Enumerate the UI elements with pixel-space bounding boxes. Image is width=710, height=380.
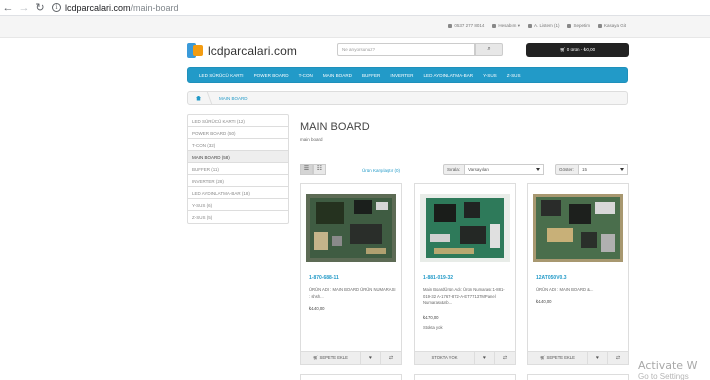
product-actions: STOKTA YOK ♥ ⇄ (415, 351, 515, 364)
product-price: ₺140,00 (309, 306, 325, 311)
checkout-link[interactable]: Kasaya Git (597, 23, 626, 29)
cart-link[interactable]: Sepetim (567, 23, 590, 29)
breadcrumb-current[interactable]: MAIN BOARD (219, 96, 248, 101)
activation-watermark: Activate W (638, 359, 698, 372)
account-link[interactable]: Hesabım ▾ (492, 23, 520, 29)
wishlist-heart-icon[interactable]: ♥ (361, 352, 381, 364)
add-to-cart-button[interactable]: 🛒︎ SEPETE EKLE (301, 352, 361, 364)
forward-arrow-icon[interactable]: → (16, 2, 32, 14)
user-icon (492, 23, 497, 28)
address-path: /main-board (130, 2, 179, 13)
view-toggle: ☰ ☷ (300, 164, 326, 175)
product-actions: 🛒︎ SEPETE EKLE ♥ ⇄ (528, 351, 628, 364)
product-description: ÜRÜN ADI : MAIN BOARD &... (536, 287, 594, 292)
activation-watermark-sub: Go to Settings (638, 372, 689, 380)
menu-item-led-surucu-karti[interactable]: LED SÜRÜCÜ KARTI (199, 73, 244, 78)
phone-link[interactable]: 0537 277 8014 (448, 23, 484, 29)
breadcrumb: MAIN BOARD (187, 91, 628, 105)
product-name[interactable]: 12AT050V0.3 (536, 275, 566, 281)
compare-icon[interactable]: ⇄ (608, 352, 628, 364)
product-card: 1-870-688-11 ÜRÜN ADI : MAIN BOARD ÜRÜN … (300, 183, 402, 365)
product-actions: 🛒︎ SEPETE EKLE ♥ ⇄ (301, 351, 401, 364)
phone-icon (448, 23, 453, 28)
out-of-stock-button[interactable]: STOKTA YOK (415, 352, 475, 364)
top-bar: 0537 277 8014 Hesabım ▾ A. Listem (1) Se… (0, 16, 710, 38)
sidebar-item-z-sus[interactable]: Z-SUS (5) (188, 211, 288, 223)
sidebar-item-main-board[interactable]: MAIN BOARD (58) (188, 151, 288, 163)
cart-icon (567, 23, 572, 28)
page-title: MAIN BOARD (300, 121, 370, 133)
site-logo[interactable]: lcdparcalari.com (187, 42, 297, 59)
stock-status: Stokta yok (423, 325, 443, 330)
sidebar-item-inverter[interactable]: INVERTER (28) (188, 175, 288, 187)
menu-item-main-board[interactable]: MAIN BOARD (323, 73, 352, 78)
logo-icon (187, 42, 204, 59)
menu-item-y-sus[interactable]: Y-SUS (483, 73, 497, 78)
search-input[interactable]: Ne arıyorsunuz? (337, 43, 475, 56)
sidebar-item-power-board[interactable]: POWER BOARD (50) (188, 127, 288, 139)
back-arrow-icon[interactable]: ← (0, 2, 16, 14)
share-icon (597, 23, 602, 28)
product-description: Main BoardÜrün Adı: Ürün Numarası:1-881-… (423, 287, 505, 305)
sort-label: Sırala: (443, 164, 465, 175)
product-image[interactable] (306, 194, 396, 262)
top-links: 0537 277 8014 Hesabım ▾ A. Listem (1) Se… (448, 23, 626, 29)
site-info-icon[interactable]: i (52, 3, 61, 12)
compare-link[interactable]: Ürün Karşılaştır (0) (362, 168, 400, 173)
product-name[interactable]: 1-870-688-11 (309, 275, 339, 281)
heart-icon (527, 23, 532, 28)
product-description: ÜRÜN ADI : MAIN BOARD ÜRÜN NUMARASI : sh… (309, 287, 396, 299)
caret-down-icon (536, 168, 540, 171)
sort-select[interactable]: Varsayılan (465, 164, 544, 175)
product-card (300, 374, 402, 380)
wishlist-link[interactable]: A. Listem (1) (527, 23, 559, 29)
menu-item-buffer[interactable]: BUFFER (362, 73, 380, 78)
product-price: ₺140,00 (536, 299, 552, 304)
logo-text: lcdparcalari.com (208, 43, 297, 58)
caret-down-icon (620, 168, 624, 171)
sidebar-item-led-aydinlatma-bar[interactable]: LED AYDINLATMA-BAR (18) (188, 187, 288, 199)
address-bar[interactable]: i lcdparcalari.com/main-board (52, 3, 179, 13)
sidebar-item-buffer[interactable]: BUFFER (11) (188, 163, 288, 175)
product-card (414, 374, 516, 380)
menu-item-led-aydinlatma-bar[interactable]: LED AYDINLATMA-BAR (424, 73, 474, 78)
product-card (527, 374, 629, 380)
sidebar-item-led-surucu-karti[interactable]: LED SÜRÜCÜ KARTI (12) (188, 115, 288, 127)
compare-icon[interactable]: ⇄ (495, 352, 515, 364)
limit-label: Göster: (555, 164, 579, 175)
menu-item-power-board[interactable]: POWER BOARD (254, 73, 289, 78)
home-icon[interactable] (196, 95, 201, 101)
menu-item-z-sus[interactable]: Z-SUS (507, 73, 521, 78)
cart-button[interactable]: 🛒︎ 0 ürün - ₺0,00 (526, 43, 629, 57)
cart-icon: 🛒︎ (559, 47, 567, 52)
product-name[interactable]: 1-881-019-32 (423, 275, 453, 281)
sidebar-item-y-sus[interactable]: Y-SUS (6) (188, 199, 288, 211)
product-price: ₺170,00 (423, 315, 439, 320)
category-sidebar: LED SÜRÜCÜ KARTI (12) POWER BOARD (50) T… (187, 114, 289, 224)
search-icon: ⌕ (487, 46, 491, 52)
browser-toolbar: ← → ↻ i lcdparcalari.com/main-board (0, 0, 710, 16)
address-domain: lcdparcalari.com (65, 2, 131, 13)
search-button[interactable]: ⌕ (475, 43, 503, 56)
main-menu: LED SÜRÜCÜ KARTI POWER BOARD T-CON MAIN … (187, 67, 628, 83)
list-view-icon[interactable]: ☰ (300, 164, 313, 175)
compare-icon[interactable]: ⇄ (381, 352, 401, 364)
menu-item-inverter[interactable]: INVERTER (390, 73, 413, 78)
product-card: 12AT050V0.3 ÜRÜN ADI : MAIN BOARD &... ₺… (527, 183, 629, 365)
product-image[interactable] (420, 194, 510, 262)
reload-icon[interactable]: ↻ (32, 1, 48, 14)
limit-select[interactable]: 15 (579, 164, 628, 175)
grid-view-icon[interactable]: ☷ (313, 164, 326, 175)
product-card: 1-881-019-32 Main BoardÜrün Adı: Ürün Nu… (414, 183, 516, 365)
page-subtitle: main board (300, 137, 323, 142)
add-to-cart-button[interactable]: 🛒︎ SEPETE EKLE (528, 352, 588, 364)
wishlist-heart-icon[interactable]: ♥ (588, 352, 608, 364)
menu-item-t-con[interactable]: T-CON (299, 73, 313, 78)
sidebar-item-t-con[interactable]: T-CON (32) (188, 139, 288, 151)
product-image[interactable] (533, 194, 623, 262)
wishlist-heart-icon[interactable]: ♥ (475, 352, 495, 364)
